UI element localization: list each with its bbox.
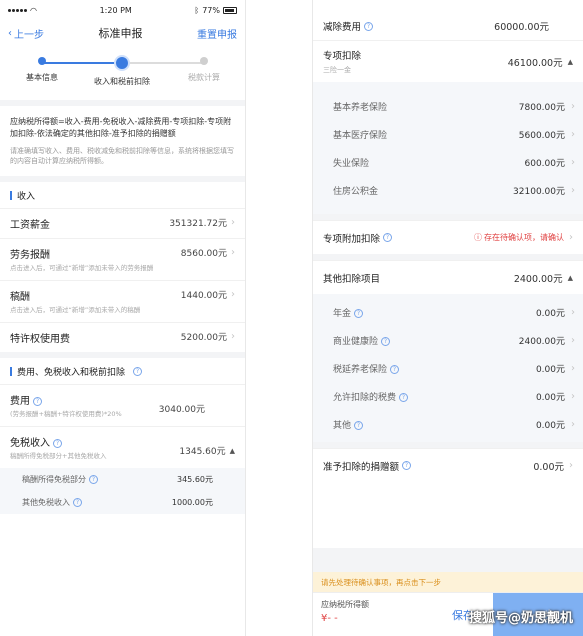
special-item[interactable]: 基本养老保险 7800.00元 ›	[313, 92, 583, 120]
status-time: 1:20 PM	[99, 5, 132, 15]
formula-note: 请准确填写收入、费用、税收减免和税前扣除等信息，系统将根据您填写的内容自动计算应…	[10, 147, 234, 165]
other-items: 年金? 0.00元 › 商业健康险? 2400.00元 › 税延养老保险? 0.00元 › …	[313, 294, 583, 442]
chevron-right-icon: ›	[571, 390, 575, 402]
special-item[interactable]: 住房公积金 32100.00元 ›	[313, 176, 583, 204]
chevron-right-icon: ›	[571, 334, 575, 346]
exempt-item: 其他免税收入? 1000.00元	[22, 498, 213, 507]
battery-percent: 77%	[202, 5, 220, 15]
step-tax-calc: 税款计算	[164, 57, 244, 83]
right-screen: 减除费用? 60000.00元 专项扣除 三险一金 46100.00元 ▲ 基本养老…	[312, 0, 583, 636]
warning-banner: 请先处理待确认事项，再点击下一步	[313, 572, 583, 592]
help-icon: ?	[402, 461, 412, 470]
bottom-area: 请先处理待确认事项，再点击下一步	[313, 548, 583, 592]
wifi-icon: ◠	[30, 5, 37, 15]
deduction-fee-row: 减除费用? 60000.00元	[323, 21, 549, 33]
other-item[interactable]: 年金? 0.00元 ›	[313, 298, 583, 326]
income-row-labor[interactable]: 劳务报酬 点击进入后，可通过“新增”添加未带入的劳务报酬 8560.00元 ›	[0, 238, 245, 280]
help-icon: ?	[364, 21, 374, 31]
chevron-right-icon: ›	[571, 128, 575, 140]
nav-bar: ‹ 上一步 标准申报 重置申报	[0, 20, 245, 46]
other-item[interactable]: 允许扣除的税费? 0.00元 ›	[313, 382, 583, 410]
bluetooth-icon: ᛒ	[194, 5, 200, 15]
income-row-salary[interactable]: 工资薪金 351321.72元 ›	[0, 208, 245, 238]
help-icon: ?	[354, 308, 364, 318]
help-icon: ?	[399, 392, 409, 402]
special-item[interactable]: 失业保险 600.00元 ›	[313, 148, 583, 176]
caret-up-icon: ▲	[567, 57, 573, 66]
step-basic-info: 基本信息	[2, 57, 82, 83]
reset-button[interactable]: 重置申报	[197, 26, 237, 41]
chevron-right-icon: ›	[571, 362, 575, 374]
help-icon: ?	[381, 336, 391, 346]
other-deduction-row[interactable]: 其他扣除项目 2400.00元 ▲	[313, 260, 583, 294]
help-icon: ?	[383, 233, 393, 242]
chevron-right-icon: ›	[571, 156, 575, 168]
left-screen: ◠ 1:20 PM ᛒ 77% ‹ 上一步 标准申报 重置申报 基本信息 收入和税前…	[0, 0, 246, 636]
status-bar: ◠ 1:20 PM ᛒ 77%	[0, 0, 245, 20]
signal-icon	[8, 8, 27, 12]
income-row-franchise[interactable]: 特许权使用费 5200.00元 ›	[0, 322, 245, 352]
caret-up-icon: ▲	[229, 446, 235, 455]
battery-icon	[223, 6, 237, 14]
exempt-income-row[interactable]: 免税收入? 稿酬所得免税部分+其他免税收入 1345.60元 ▲	[0, 426, 245, 468]
watermark-text: 搜狐号@奶思靓机	[468, 611, 573, 626]
chevron-right-icon: ›	[571, 100, 575, 112]
taxable-income-amount: ¥- -	[321, 613, 338, 624]
formula-text: 应纳税所得额=收入-费用-免税收入-减除费用-专项扣除-专项附加扣除-依法确定的…	[10, 117, 232, 138]
caret-up-icon: ▲	[567, 273, 573, 282]
chevron-right-icon: ›	[571, 418, 575, 430]
chevron-left-icon: ‹	[8, 27, 12, 39]
fee-row: 费用? (劳务报酬+稿酬+特许权使用费)*20% 3040.00元	[0, 384, 245, 426]
help-icon: ?	[73, 498, 82, 507]
deduct-section-header: 费用、免税收入和税前扣除?	[0, 358, 245, 384]
additional-deduction-row[interactable]: 专项附加扣除? ⓘ 存在待确认项，请确认 ›	[313, 220, 583, 254]
chevron-right-icon: ›	[571, 184, 575, 196]
taxable-income-summary: 应纳税所得额 ¥- -	[313, 593, 433, 636]
exempt-item: 稿酬所得免税部分? 345.60元	[22, 475, 213, 484]
progress-steps: 基本信息 收入和税前扣除 税款计算	[0, 46, 245, 100]
income-row-royalty[interactable]: 稿酬 点击进入后，可通过“新增”添加未带入的稿酬 1440.00元 ›	[0, 280, 245, 322]
help-icon: ?	[354, 420, 364, 430]
chevron-right-icon: ›	[569, 232, 573, 243]
back-button[interactable]: ‹ 上一步	[8, 26, 44, 41]
help-icon: ?	[133, 366, 143, 376]
other-item[interactable]: 税延养老保险? 0.00元 ›	[313, 354, 583, 382]
chevron-right-icon: ›	[231, 289, 235, 300]
chevron-right-icon: ›	[569, 460, 573, 471]
chevron-right-icon: ›	[231, 247, 235, 258]
step-income: 收入和税前扣除	[82, 55, 162, 87]
other-item[interactable]: 商业健康险? 2400.00元 ›	[313, 326, 583, 354]
other-item[interactable]: 其他? 0.00元 ›	[313, 410, 583, 438]
help-icon: ?	[53, 438, 62, 448]
chevron-right-icon: ›	[571, 306, 575, 318]
chevron-right-icon: ›	[231, 331, 235, 342]
exempt-items: 稿酬所得免税部分? 345.60元 其他免税收入? 1000.00元	[0, 468, 245, 514]
special-item[interactable]: 基本医疗保险 5600.00元 ›	[313, 120, 583, 148]
warning-icon: ⓘ	[474, 233, 482, 242]
donation-row[interactable]: 准予扣除的捐赠额? 0.00元 ›	[313, 448, 583, 482]
help-icon: ?	[33, 396, 42, 406]
income-section-header: 收入	[0, 182, 245, 208]
help-icon: ?	[89, 475, 98, 484]
chevron-right-icon: ›	[231, 217, 235, 228]
page-title: 标准申报	[98, 27, 143, 40]
special-deduction-row[interactable]: 专项扣除 三险一金 46100.00元 ▲	[313, 40, 583, 82]
special-items: 基本养老保险 7800.00元 › 基本医疗保险 5600.00元 › 失业保险 600.…	[313, 82, 583, 214]
help-icon: ?	[390, 364, 400, 374]
